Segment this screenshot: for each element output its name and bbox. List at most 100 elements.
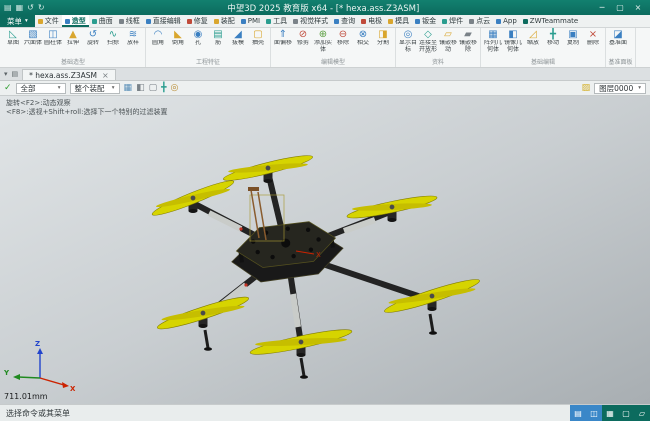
ribbon-button[interactable]: ▰ 镶嵌移除 xyxy=(458,28,478,53)
ribbon-button[interactable]: ≋ 放样 xyxy=(123,28,143,47)
3d-viewport[interactable]: X X Y Z 旋转<F2>:动态观察 <F8>:透视+Shift+roll:选… xyxy=(0,96,650,404)
ribbon-button[interactable]: ↺ 旋转 xyxy=(83,28,103,47)
ribbon-tab[interactable]: 点云 xyxy=(466,15,493,27)
status-bar-icon[interactable]: ▢ xyxy=(618,405,634,421)
center-plate[interactable] xyxy=(228,216,346,285)
ribbon-button[interactable]: ◫ 圆柱体 xyxy=(43,28,63,47)
ribbon-tab[interactable]: 曲面 xyxy=(89,15,116,27)
ribbon-button[interactable]: ◉ 孔 xyxy=(188,28,208,47)
ribbon-tab[interactable]: 模具 xyxy=(385,15,412,27)
ribbon-button[interactable]: ◪ 基准面 xyxy=(608,28,628,47)
zw3d-window: ▤▦↺↻ 中望3D 2025 教育版 x64 - [* hexa.ass.Z3A… xyxy=(0,0,650,421)
ribbon-button[interactable]: ▲ 拉伸 xyxy=(63,28,83,47)
tab-label: 造型 xyxy=(72,16,86,26)
selection-tool-icon[interactable]: ◧ xyxy=(136,81,145,96)
ribbon-button-icon: ╋ xyxy=(550,29,556,40)
quick-access-icon[interactable]: ↺ xyxy=(27,0,34,15)
document-tab-close-icon[interactable]: × xyxy=(102,71,109,80)
ribbon-button-icon: ◢ xyxy=(234,29,242,40)
ribbon-button[interactable]: × 删除 xyxy=(583,28,603,47)
ribbon-tab[interactable]: 文件 xyxy=(35,15,62,27)
ribbon-button-label: 移除 xyxy=(337,40,349,47)
ribbon-button[interactable]: ⊗ 相交 xyxy=(353,28,373,47)
doc-list-chevron-icon[interactable]: ▾ xyxy=(4,68,8,80)
ribbon-tab[interactable]: 钣金 xyxy=(412,15,439,27)
ribbon-button[interactable]: ◣ 倒角 xyxy=(168,28,188,47)
ribbon-button[interactable]: ⊘ 修剪 xyxy=(293,28,313,47)
ribbon-tab[interactable]: 装配 xyxy=(211,15,238,27)
status-bar-icon[interactable]: ▱ xyxy=(634,405,650,421)
tab-label: 点云 xyxy=(476,16,490,26)
ribbon-button[interactable]: ◠ 圆角 xyxy=(148,28,168,47)
selection-tool-icon[interactable]: ▢ xyxy=(149,81,158,96)
ribbon-tab[interactable]: 修复 xyxy=(184,15,211,27)
viewport-canvas[interactable]: X X Y Z xyxy=(0,96,650,404)
ribbon-button-label: 镶嵌移除 xyxy=(458,40,478,53)
ribbon-tab[interactable]: ZWTeammate xyxy=(520,15,581,27)
tab-label: 直接编辑 xyxy=(153,16,181,26)
ribbon-button[interactable]: ◎ 显示目标 xyxy=(398,28,418,53)
ribbon-tab[interactable]: 视觉样式 xyxy=(290,15,331,27)
ribbon-button[interactable]: ◢ 拔模 xyxy=(228,28,248,47)
ribbon-tab[interactable]: 直接编辑 xyxy=(143,15,184,27)
chevron-down-icon: ▾ xyxy=(112,85,115,91)
ribbon-tab-bar: 菜单 ▾ 文件 造型 曲面 线框 直接编辑 xyxy=(0,15,650,28)
ribbon-button-icon: ▧ xyxy=(28,29,37,40)
ribbon-button[interactable]: ▱ 镶嵌移动 xyxy=(438,28,458,53)
ribbon-button[interactable]: ◿ 缩放 xyxy=(523,28,543,47)
ribbon-tab[interactable]: 查询 xyxy=(331,15,358,27)
ribbon-tab[interactable]: 电极 xyxy=(358,15,385,27)
quick-access-icon[interactable]: ↻ xyxy=(38,0,45,15)
ribbon-button[interactable]: ▣ 复制 xyxy=(563,28,583,47)
selection-tool-icon[interactable]: ╋ xyxy=(161,81,166,96)
menu-button[interactable]: 菜单 ▾ xyxy=(0,15,35,27)
close-button[interactable]: × xyxy=(630,0,646,15)
ribbon-button[interactable]: ▧ 六面体 xyxy=(23,28,43,47)
document-tab[interactable]: * hexa.ass.Z3ASM × xyxy=(22,69,116,80)
selection-filter-select[interactable]: 全部 ▾ xyxy=(16,83,66,94)
ribbon-button[interactable]: ⊖ 移除 xyxy=(333,28,353,47)
status-bar-icon[interactable]: ▦ xyxy=(602,405,618,421)
maximize-button[interactable]: ▢ xyxy=(612,0,628,15)
ribbon-button-label: 面偏移 xyxy=(274,40,292,47)
ribbon-button-label: 基准面 xyxy=(609,40,627,47)
ribbon-tabs: 文件 造型 曲面 线框 直接编辑 修复 xyxy=(35,15,650,27)
status-bar-icon[interactable]: ◫ xyxy=(586,405,602,421)
selection-tool-icon[interactable]: ◎ xyxy=(171,81,179,96)
layer-select[interactable]: 图层0000 ▾ xyxy=(594,83,646,94)
ribbon-group: ◎ 显示目标 ◇ 连接至开放形状 ▱ 镶嵌移动 ▰ 镶嵌移除 资料 xyxy=(396,28,481,67)
ribbon-tab[interactable]: 焊件 xyxy=(439,15,466,27)
ribbon-button[interactable]: ▤ 筋 xyxy=(208,28,228,47)
menu-button-label: 菜单 xyxy=(7,16,22,27)
quick-access-icon[interactable]: ▦ xyxy=(16,0,24,15)
ribbon-tab[interactable]: App xyxy=(493,15,520,27)
ribbon-button-icon: ▢ xyxy=(253,29,262,40)
minimize-button[interactable]: ─ xyxy=(594,0,610,15)
ribbon-button[interactable]: ◺ 草图 xyxy=(3,28,23,47)
ribbon-button[interactable]: ∿ 扫掠 xyxy=(103,28,123,47)
ribbon-button[interactable]: ◨ 分割 xyxy=(373,28,393,47)
view-triad[interactable]: X Y Z xyxy=(3,340,76,393)
ribbon-button[interactable]: ◧ 镜像几何体 xyxy=(503,28,523,53)
ribbon-button[interactable]: ◇ 连接至开放形状 xyxy=(418,28,438,53)
ribbon-button[interactable]: ▢ 抽壳 xyxy=(248,28,268,47)
ribbon-tab[interactable]: 线框 xyxy=(116,15,143,27)
hexacopter-model[interactable]: X xyxy=(149,148,483,379)
ribbon-button[interactable]: ⇑ 面偏移 xyxy=(273,28,293,47)
ribbon-tab[interactable]: 造型 xyxy=(62,15,89,27)
ribbon-button[interactable]: ╋ 移动 xyxy=(543,28,563,47)
status-bar-icon[interactable]: ▤ xyxy=(570,405,586,421)
tab-label: 曲面 xyxy=(99,16,113,26)
ribbon-tab[interactable]: 工具 xyxy=(263,15,290,27)
selection-toolbar: ✓ 全部 ▾ 整个装配 ▾ ▦◧▢╋◎ ▨ 图层0000 ▾ xyxy=(0,81,650,96)
ribbon-button[interactable]: ▦ 阵列几何体 xyxy=(483,28,503,53)
quick-access-icon[interactable]: ▤ xyxy=(4,0,12,15)
ribbon-group: ⇑ 面偏移 ⊘ 修剪 ⊕ 添加实体 ⊖ 移除 ⊗ xyxy=(271,28,396,67)
chevron-down-icon: ▾ xyxy=(25,18,28,24)
ribbon-tab[interactable]: PMI xyxy=(238,15,263,27)
selection-tool-icon[interactable]: ▦ xyxy=(124,81,133,96)
doc-manager-icon[interactable]: ▤ xyxy=(12,68,19,80)
confirm-check-icon[interactable]: ✓ xyxy=(4,81,12,96)
selection-scope-select[interactable]: 整个装配 ▾ xyxy=(70,83,120,94)
ribbon-button[interactable]: ⊕ 添加实体 xyxy=(313,28,333,53)
